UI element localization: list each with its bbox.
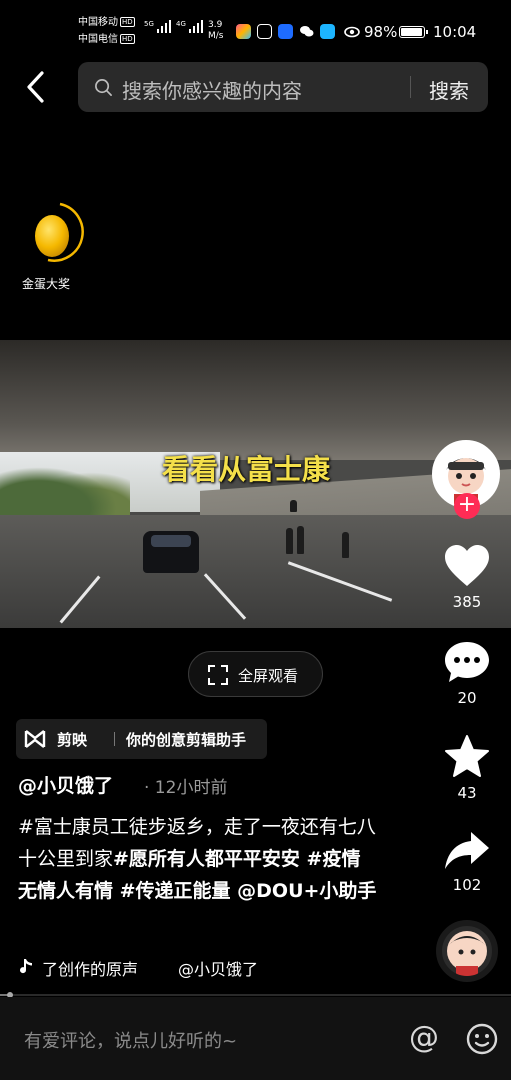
wechat-icon bbox=[299, 24, 314, 39]
golden-egg-icon bbox=[35, 202, 84, 262]
comment-input[interactable]: 有爱评论，说点儿好听的~ bbox=[24, 1027, 237, 1053]
app-notification-icon bbox=[236, 24, 251, 39]
comment-count: 20 bbox=[457, 689, 477, 707]
capcut-slogan: 你的创意剪辑助手 bbox=[126, 731, 247, 749]
search-divider bbox=[410, 76, 411, 98]
battery-icon bbox=[399, 26, 428, 38]
author-name[interactable]: @小贝饿了 bbox=[18, 771, 113, 798]
like-icon[interactable] bbox=[443, 544, 491, 588]
music-author: @小贝饿了 bbox=[178, 960, 259, 979]
golden-egg-award[interactable]: 金蛋大奖 bbox=[22, 196, 88, 292]
signal-5g-icon: 5G bbox=[144, 20, 172, 34]
follow-button[interactable]: + bbox=[454, 493, 480, 519]
like-count: 385 bbox=[452, 593, 482, 611]
video-person bbox=[290, 500, 297, 512]
share-count: 102 bbox=[452, 876, 482, 894]
bulb-app-icon bbox=[278, 24, 293, 39]
eye-comfort-icon bbox=[344, 26, 360, 38]
video-person bbox=[286, 528, 293, 554]
favorite-star-icon[interactable] bbox=[443, 735, 491, 779]
search-icon bbox=[95, 79, 112, 96]
search-input[interactable]: 搜索你感兴趣的内容 bbox=[122, 75, 302, 104]
video-bridge bbox=[0, 340, 511, 460]
network-speed: 3.9 M/s bbox=[208, 20, 224, 41]
music-title: 了创作的原声 bbox=[42, 960, 139, 979]
search-app-icon bbox=[320, 24, 335, 39]
status-bar: 中国移动 HD 中国电信 HD 5G 4G 3.9 M/s 98% 10:04 bbox=[0, 0, 511, 52]
video-car bbox=[143, 531, 199, 573]
clock: 10:04 bbox=[433, 23, 477, 41]
battery-fill bbox=[401, 28, 422, 36]
music-note-icon bbox=[20, 959, 32, 974]
share-icon[interactable] bbox=[443, 829, 491, 873]
capcut-name: 剪映 bbox=[57, 731, 88, 749]
fullscreen-icon bbox=[208, 665, 228, 685]
video-person bbox=[297, 526, 304, 554]
emoji-icon[interactable] bbox=[466, 1023, 498, 1055]
video-road bbox=[0, 515, 511, 628]
award-label: 金蛋大奖 bbox=[22, 277, 71, 291]
capcut-divider bbox=[114, 732, 115, 746]
battery-percent: 98% bbox=[364, 23, 398, 41]
back-icon[interactable] bbox=[22, 70, 50, 104]
fullscreen-label: 全屏观看 bbox=[238, 667, 299, 685]
video-caption: 看看从富士康 bbox=[162, 453, 331, 486]
comment-bar: 有爱评论，说点儿好听的~ @ bbox=[0, 997, 511, 1080]
carrier-2: 中国电信 HD bbox=[78, 34, 135, 45]
hand-app-icon bbox=[257, 24, 272, 39]
post-time: · 12小时前 bbox=[144, 778, 228, 798]
favorite-count: 43 bbox=[457, 784, 477, 802]
capcut-icon bbox=[24, 730, 46, 748]
carrier-1: 中国移动 HD bbox=[78, 17, 135, 28]
fullscreen-button[interactable]: 全屏观看 bbox=[188, 651, 323, 697]
search-button[interactable]: 搜索 bbox=[429, 75, 469, 104]
signal-4g-icon: 4G bbox=[176, 20, 204, 34]
comment-icon[interactable] bbox=[443, 640, 491, 684]
music-disc-icon[interactable] bbox=[436, 920, 498, 982]
post-description[interactable]: #富士康员工徒步返乡，走了一夜还有七八十公里到家#愿所有人都平平安安 #疫情无情… bbox=[18, 811, 378, 907]
search-bar[interactable]: 搜索你感兴趣的内容 搜索 bbox=[78, 62, 488, 112]
mention-at-icon[interactable]: @ bbox=[409, 1021, 439, 1055]
capcut-anchor[interactable]: 剪映 你的创意剪辑助手 bbox=[16, 719, 267, 759]
video-progress-bar[interactable] bbox=[0, 992, 511, 998]
video-person bbox=[342, 532, 349, 558]
